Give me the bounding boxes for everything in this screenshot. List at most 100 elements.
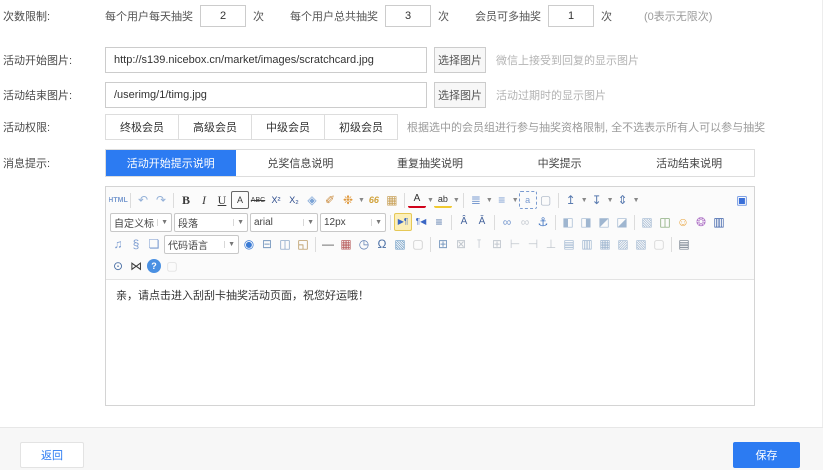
font-size-select[interactable]: 12px▼ bbox=[320, 213, 386, 232]
help-icon[interactable]: ? bbox=[147, 259, 161, 273]
permission-option-3[interactable]: 中级会员 bbox=[251, 114, 325, 140]
table-sort-icon[interactable]: ▧ bbox=[632, 235, 650, 253]
columns-icon[interactable]: ◫ bbox=[276, 235, 294, 253]
blank-doc-icon[interactable]: ▢ bbox=[537, 191, 555, 209]
align-bottom-icon[interactable]: ↧ bbox=[588, 191, 606, 209]
end-image-pick-button[interactable]: 选择图片 bbox=[434, 82, 486, 108]
save-button[interactable]: 保存 bbox=[733, 442, 800, 468]
font-color-icon[interactable]: A bbox=[408, 192, 426, 208]
image-align-center-icon[interactable]: ◨ bbox=[577, 213, 595, 231]
scrawl-icon[interactable]: ❂ bbox=[692, 213, 710, 231]
rtl-paragraph-icon[interactable]: ¶◀ bbox=[412, 213, 430, 231]
fullscreen-icon[interactable]: ▣ bbox=[733, 191, 751, 209]
bullet-list-icon[interactable]: ≡ bbox=[493, 191, 511, 209]
horizontal-rule-icon[interactable]: — bbox=[319, 235, 337, 253]
source-code-icon[interactable]: HTML bbox=[109, 191, 127, 209]
font-color-icon-dropdown[interactable]: ▼ bbox=[427, 197, 434, 204]
undo-icon[interactable]: ↶ bbox=[134, 191, 152, 209]
image-align-left-icon[interactable]: ◧ bbox=[559, 213, 577, 231]
subscript-icon[interactable]: X₂ bbox=[285, 191, 303, 209]
start-image-input[interactable] bbox=[105, 47, 427, 73]
underline-icon[interactable]: U bbox=[213, 191, 231, 209]
chart-icon[interactable]: ▧ bbox=[391, 235, 409, 253]
anchor-insert-icon[interactable]: ⚓ bbox=[534, 213, 552, 231]
insert-col-right-icon[interactable]: ⊣ bbox=[524, 235, 542, 253]
bold-icon[interactable]: B bbox=[177, 191, 195, 209]
emotion-icon[interactable]: ☺ bbox=[674, 213, 692, 231]
blockquote-icon[interactable]: 66 bbox=[365, 191, 383, 209]
snapscreen-icon[interactable]: ◱ bbox=[294, 235, 312, 253]
tab-3[interactable]: 重复抽奖说明 bbox=[365, 150, 495, 176]
tab-4[interactable]: 中奖提示 bbox=[495, 150, 625, 176]
indent-icon[interactable]: ▶¶ bbox=[394, 213, 412, 231]
bordered-text-icon[interactable]: A bbox=[231, 191, 249, 209]
line-height-icon-dropdown[interactable]: ▼ bbox=[633, 197, 640, 204]
merge-cells-icon[interactable]: ⊞ bbox=[488, 235, 506, 253]
merge-right-icon[interactable]: ▦ bbox=[596, 235, 614, 253]
limit-input-2[interactable] bbox=[385, 5, 431, 27]
tab-1[interactable]: 活动开始提示说明 bbox=[106, 150, 236, 176]
paste-disabled-icon[interactable]: ▢ bbox=[163, 257, 181, 275]
highlight-color-icon[interactable]: ab bbox=[434, 192, 452, 208]
insert-col-left-icon[interactable]: ⊢ bbox=[506, 235, 524, 253]
insert-image-icon[interactable]: ▧ bbox=[638, 213, 656, 231]
insert-code-icon[interactable]: ◉ bbox=[240, 235, 258, 253]
link-icon[interactable]: ∞ bbox=[498, 213, 516, 231]
align-top-icon[interactable]: ↥ bbox=[562, 191, 580, 209]
auto-typeset-icon-dropdown[interactable]: ▼ bbox=[358, 197, 365, 204]
auto-typeset-icon[interactable]: ❉ bbox=[339, 191, 357, 209]
ordered-list-icon-dropdown[interactable]: ▼ bbox=[486, 197, 493, 204]
music-icon[interactable]: ♫ bbox=[109, 235, 127, 253]
align-top-icon-dropdown[interactable]: ▼ bbox=[581, 197, 588, 204]
split-cols-icon[interactable]: ▥ bbox=[578, 235, 596, 253]
format-brush-icon[interactable]: ✐ bbox=[321, 191, 339, 209]
permission-option-2[interactable]: 高级会员 bbox=[178, 114, 252, 140]
lowercase-icon[interactable]: Ǎ bbox=[473, 213, 491, 231]
merge-down-icon[interactable]: ▨ bbox=[614, 235, 632, 253]
ordered-list-icon[interactable]: ≣ bbox=[467, 191, 485, 209]
highlight-color-icon-dropdown[interactable]: ▼ bbox=[453, 197, 460, 204]
template-icon[interactable]: ▢ bbox=[409, 235, 427, 253]
start-image-pick-button[interactable]: 选择图片 bbox=[434, 47, 486, 73]
limit-input-1[interactable] bbox=[200, 5, 246, 27]
end-image-input[interactable] bbox=[105, 82, 427, 108]
attachment-icon[interactable]: § bbox=[127, 235, 145, 253]
editor-content[interactable]: 亲，请点击进入刮刮卡抽奖活动页面，祝您好运哦！ bbox=[106, 280, 754, 402]
strikethrough-icon[interactable]: ABC bbox=[249, 191, 267, 209]
redo-icon[interactable]: ↷ bbox=[152, 191, 170, 209]
image-align-bottom-icon[interactable]: ◪ bbox=[613, 213, 631, 231]
back-button[interactable]: 返回 bbox=[20, 442, 84, 468]
permission-option-4[interactable]: 初级会员 bbox=[324, 114, 398, 140]
online-image-icon[interactable]: ◫ bbox=[656, 213, 674, 231]
image-align-right-icon[interactable]: ◩ bbox=[595, 213, 613, 231]
time-icon[interactable]: ◷ bbox=[355, 235, 373, 253]
table-title-icon[interactable]: ⊺ bbox=[470, 235, 488, 253]
anchor-icon[interactable]: a bbox=[519, 191, 537, 209]
tab-5[interactable]: 活动结束说明 bbox=[624, 150, 754, 176]
delete-table-icon[interactable]: ⊠ bbox=[452, 235, 470, 253]
doc-new-icon[interactable]: ▢ bbox=[650, 235, 668, 253]
paragraph-select[interactable]: 段落▼ bbox=[174, 213, 248, 232]
print-icon[interactable]: ▤ bbox=[675, 235, 693, 253]
align-bottom-icon-dropdown[interactable]: ▼ bbox=[607, 197, 614, 204]
font-family-select[interactable]: arial▼ bbox=[250, 213, 318, 232]
paragraph-style-icon[interactable]: ≡ bbox=[430, 213, 448, 231]
superscript-icon[interactable]: X² bbox=[267, 191, 285, 209]
tab-2[interactable]: 兑奖信息说明 bbox=[236, 150, 366, 176]
eraser-icon[interactable]: ◈ bbox=[303, 191, 321, 209]
uppercase-icon[interactable]: Â bbox=[455, 213, 473, 231]
search-replace-icon[interactable]: ⋈ bbox=[127, 257, 145, 275]
bullet-list-icon-dropdown[interactable]: ▼ bbox=[512, 197, 519, 204]
special-char-icon[interactable]: Ω bbox=[373, 235, 391, 253]
italic-icon[interactable]: I bbox=[195, 191, 213, 209]
unlink-icon[interactable]: ∞ bbox=[516, 213, 534, 231]
map-icon[interactable]: ❏ bbox=[145, 235, 163, 253]
code-language-select[interactable]: 代码语言▼ bbox=[164, 235, 239, 254]
date-icon[interactable]: ▦ bbox=[337, 235, 355, 253]
paste-word-icon[interactable]: ▦ bbox=[383, 191, 401, 209]
insert-row-icon[interactable]: ⊥ bbox=[542, 235, 560, 253]
custom-title-select[interactable]: 自定义标题▼ bbox=[110, 213, 172, 232]
preview-icon[interactable]: ⊙ bbox=[109, 257, 127, 275]
video-icon[interactable]: ▥ bbox=[710, 213, 728, 231]
permission-option-1[interactable]: 终极会员 bbox=[105, 114, 179, 140]
